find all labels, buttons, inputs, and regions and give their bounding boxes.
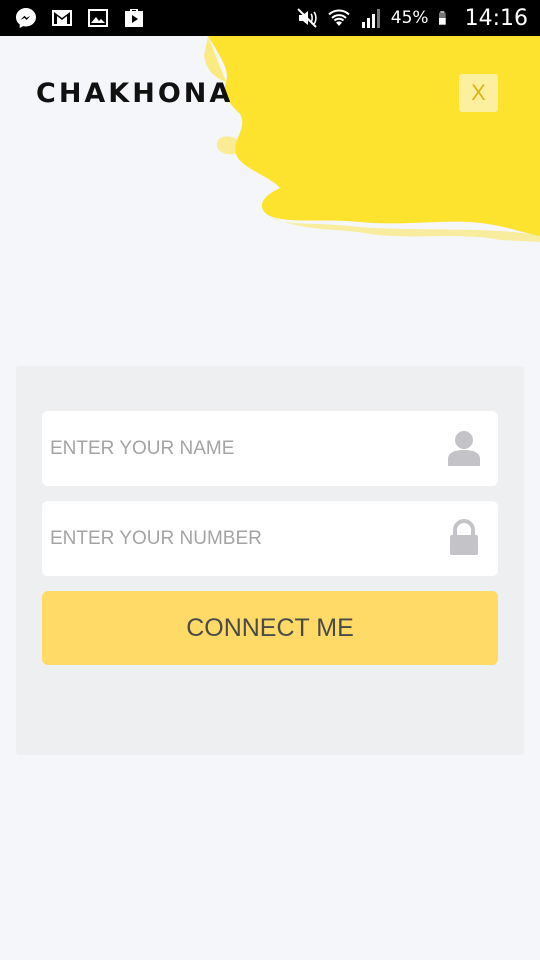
play-store-icon: [125, 9, 143, 27]
messenger-icon: [16, 8, 36, 28]
lock-icon: [450, 519, 478, 555]
gmail-icon: [52, 10, 72, 26]
number-input[interactable]: [42, 501, 432, 576]
battery-icon: [438, 11, 446, 25]
gallery-icon: [88, 9, 108, 27]
system-icons: 45% 14:16: [295, 0, 528, 36]
wifi-icon: [328, 9, 350, 26]
chakhona-logo: CHAKHONA: [36, 78, 236, 109]
connect-form-card: CONNECT ME: [16, 366, 524, 755]
yellow-splash-decoration: [204, 36, 540, 242]
name-input[interactable]: [42, 411, 432, 486]
mute-icon: [297, 8, 317, 28]
status-bar: 45% 14:16: [0, 0, 540, 36]
logo-wordmark: CHAKHONA: [36, 78, 234, 109]
user-icon: [448, 431, 480, 466]
name-field[interactable]: [42, 411, 498, 486]
clock: 14:16: [464, 5, 528, 31]
close-button[interactable]: X: [459, 74, 498, 112]
number-field[interactable]: [42, 501, 498, 576]
notification-icons: [14, 6, 146, 30]
battery-percent: 45%: [390, 8, 429, 28]
signal-icon: [361, 9, 380, 28]
connect-me-button[interactable]: CONNECT ME: [42, 591, 498, 665]
